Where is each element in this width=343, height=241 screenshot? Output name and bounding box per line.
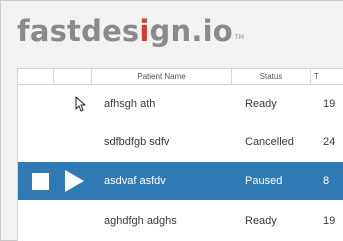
patient-grid: Patient Name Status T afhsgh ath Ready 1… <box>17 68 343 241</box>
play-icon[interactable] <box>65 170 84 192</box>
patient-name-cell: asdvaf asfdv <box>104 175 166 187</box>
number-cell: 19 <box>323 98 336 110</box>
status-cell: Ready <box>245 98 277 110</box>
logo: fastdesign.io TM <box>17 9 244 53</box>
header-col-status[interactable]: Status <box>232 69 311 85</box>
grid-header: Patient Name Status T <box>18 69 343 85</box>
header-col-patient-name[interactable]: Patient Name <box>92 69 232 85</box>
table-row[interactable]: afhsgh ath Ready 19 <box>18 85 343 123</box>
status-cell: Cancelled <box>245 136 294 148</box>
number-cell: 8 <box>323 175 330 187</box>
header-col-select[interactable] <box>18 69 54 85</box>
patient-name-cell: afhsgh ath <box>104 98 156 110</box>
table-row[interactable]: sdfbdfgb sdfv Cancelled 24 <box>18 123 343 161</box>
header-col-action[interactable] <box>54 69 92 85</box>
logo-text-end: gn.io <box>149 14 233 48</box>
logo-trademark: TM <box>234 34 245 41</box>
table-row-selected[interactable]: asdvaf asfdv Paused 8 <box>18 162 343 200</box>
patient-name-cell: aghdfgh adghs <box>104 215 177 227</box>
status-cell: Paused <box>245 175 283 187</box>
patient-name-cell: sdfbdfgb sdfv <box>104 136 170 148</box>
header-col-t[interactable]: T <box>311 69 343 85</box>
logo-accent-letter: i <box>139 14 150 48</box>
mouse-cursor-icon <box>75 96 86 112</box>
stop-icon[interactable] <box>32 173 49 190</box>
status-cell: Ready <box>245 215 277 227</box>
table-row[interactable]: aghdfgh adghs Ready 19 <box>18 202 343 240</box>
number-cell: 19 <box>323 215 336 227</box>
number-cell: 24 <box>323 136 336 148</box>
logo-text-start: fastdes <box>17 14 140 48</box>
app-frame: fastdesign.io TM Patient Name Status T af… <box>0 0 343 241</box>
